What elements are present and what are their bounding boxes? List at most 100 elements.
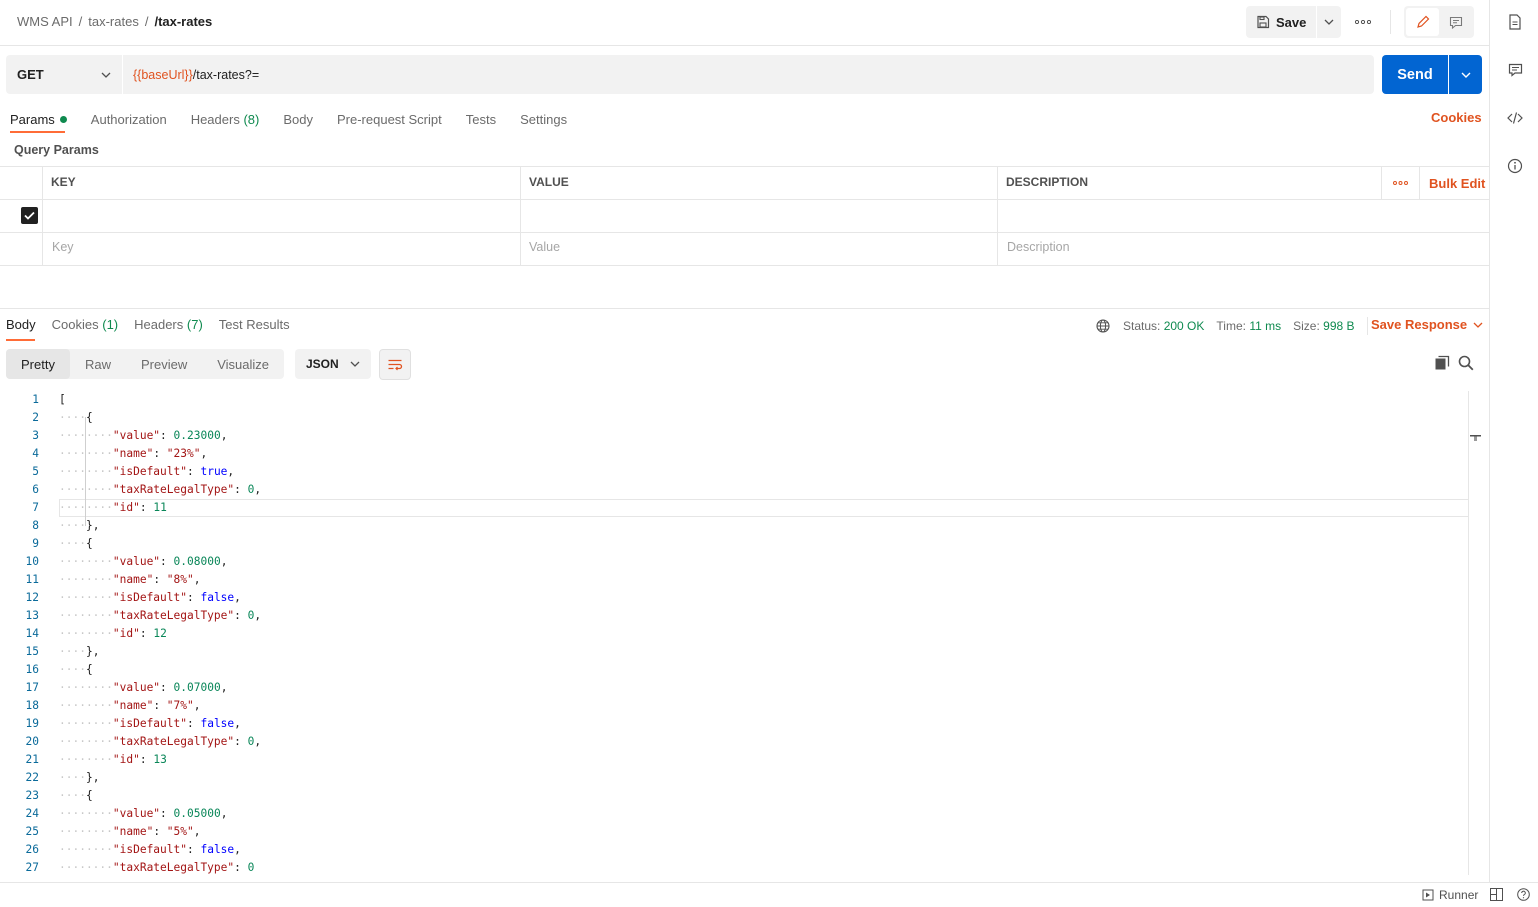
column-header-value: VALUE bbox=[529, 175, 569, 189]
method-select[interactable]: GET bbox=[6, 55, 122, 94]
param-enabled-checkbox[interactable] bbox=[21, 207, 38, 224]
chevron-down-icon bbox=[1324, 19, 1334, 25]
table-border bbox=[0, 166, 1489, 167]
globe-icon[interactable] bbox=[1096, 319, 1110, 333]
description-input[interactable]: Description bbox=[1007, 240, 1070, 254]
code-line: 3········"value": 0.23000, bbox=[32, 429, 228, 442]
tab-label: Pre-request Script bbox=[336, 111, 442, 127]
value-input[interactable]: Value bbox=[529, 240, 560, 254]
breadcrumb-collection[interactable]: WMS API bbox=[17, 14, 73, 29]
response-tab-test-results[interactable]: Test Results bbox=[219, 317, 290, 332]
breadcrumb-folder[interactable]: tax-rates bbox=[88, 14, 139, 29]
tab-label: Headers bbox=[134, 317, 184, 332]
tab-label: Body bbox=[6, 317, 36, 332]
tab-params[interactable]: Params bbox=[10, 112, 67, 127]
view-tab-raw[interactable]: Raw bbox=[70, 349, 126, 379]
send-options-button[interactable] bbox=[1449, 55, 1482, 94]
comment-mode-button[interactable] bbox=[1439, 8, 1472, 36]
response-meta: Status: 200 OK Time: 11 ms Size: 998 B bbox=[1096, 317, 1368, 335]
code-line: 22 ····}, bbox=[25, 771, 100, 784]
code-line: 17 ········"value": 0.07000, bbox=[25, 681, 228, 694]
status-value[interactable]: 200 OK bbox=[1164, 319, 1205, 333]
documentation-icon[interactable] bbox=[1506, 13, 1524, 31]
table-column-border bbox=[42, 166, 43, 266]
view-tab-visualize[interactable]: Visualize bbox=[202, 349, 284, 379]
save-button[interactable]: Save bbox=[1246, 6, 1317, 38]
code-icon[interactable] bbox=[1506, 109, 1524, 127]
response-divider[interactable] bbox=[0, 308, 1489, 309]
code-line: 11 ········"name": "8%", bbox=[25, 573, 201, 586]
query-params-title: Query Params bbox=[14, 143, 99, 157]
response-body-viewer[interactable]: 1[ 2····{ 3········"value": 0.23000, 4·····… bbox=[0, 391, 1468, 875]
tab-settings[interactable]: Settings bbox=[520, 112, 567, 127]
column-header-description: DESCRIPTION bbox=[1006, 175, 1089, 189]
response-tab-cookies[interactable]: Cookies (1) bbox=[52, 317, 118, 332]
table-border bbox=[0, 199, 1489, 200]
pencil-icon bbox=[1416, 15, 1429, 28]
wrap-lines-button[interactable] bbox=[379, 349, 411, 380]
bulk-edit-button[interactable]: Bulk Edit bbox=[1429, 176, 1485, 191]
chevron-down-icon bbox=[1461, 72, 1470, 78]
save-response-label: Save Response bbox=[1371, 317, 1468, 332]
tab-label: Authorization bbox=[90, 111, 167, 127]
column-header-key: KEY bbox=[51, 175, 76, 189]
copy-icon[interactable] bbox=[1434, 355, 1450, 371]
mode-toggle bbox=[1404, 6, 1474, 38]
send-button[interactable]: Send bbox=[1382, 55, 1448, 94]
code-line: 2 ····{ bbox=[32, 411, 93, 424]
code-line: 4········"name": "23%", bbox=[32, 447, 208, 460]
cookies-link[interactable]: Cookies bbox=[1431, 110, 1482, 125]
tab-authorization[interactable]: Authorization bbox=[91, 112, 167, 127]
tab-label: Body bbox=[283, 111, 313, 127]
size-value[interactable]: 998 B bbox=[1323, 319, 1354, 333]
format-select[interactable]: JSON bbox=[295, 349, 371, 379]
time-label: Time: bbox=[1216, 319, 1246, 333]
table-column-border bbox=[1381, 166, 1382, 199]
tab-label: Headers bbox=[190, 111, 240, 127]
table-column-border bbox=[520, 166, 521, 266]
code-line: 6········"taxRateLegalType": 0, bbox=[32, 483, 262, 496]
edit-mode-button[interactable] bbox=[1406, 8, 1439, 36]
params-more-button[interactable] bbox=[1391, 176, 1409, 190]
save-options-button[interactable] bbox=[1317, 6, 1342, 38]
comments-icon[interactable] bbox=[1506, 61, 1524, 79]
tab-count: (7) bbox=[186, 317, 203, 332]
code-line: 5········"isDefault": true, bbox=[32, 465, 235, 478]
two-pane-icon[interactable] bbox=[1490, 888, 1503, 901]
code-line: 9 ····{ bbox=[32, 537, 93, 550]
code-line: 15 ····}, bbox=[25, 645, 100, 658]
tab-pre-request-script[interactable]: Pre-request Script bbox=[337, 112, 442, 127]
table-border bbox=[0, 265, 1489, 266]
params-indicator-dot bbox=[59, 115, 67, 123]
format-value: JSON bbox=[306, 357, 339, 371]
chevron-down-icon bbox=[350, 361, 360, 367]
breadcrumb-separator: / bbox=[144, 14, 149, 29]
help-icon[interactable] bbox=[1517, 888, 1530, 901]
code-line: 1[ bbox=[32, 393, 66, 406]
more-actions-button[interactable] bbox=[1352, 12, 1374, 32]
search-icon[interactable] bbox=[1458, 355, 1474, 371]
tab-tests[interactable]: Tests bbox=[466, 112, 496, 127]
url-input[interactable]: {{baseUrl}}/tax-rates?= bbox=[123, 55, 1374, 94]
code-line: 10 ········"value": 0.08000, bbox=[25, 555, 228, 568]
tab-headers[interactable]: Headers (8) bbox=[191, 112, 260, 127]
indent-guide bbox=[85, 417, 86, 526]
response-tab-body[interactable]: Body bbox=[6, 317, 36, 332]
breadcrumb-request[interactable]: /tax-rates bbox=[154, 14, 212, 29]
scrollbar-track[interactable] bbox=[1468, 391, 1469, 875]
runner-button[interactable]: Runner bbox=[1422, 888, 1478, 902]
breadcrumb: WMS API / tax-rates / /tax-rates bbox=[17, 14, 212, 29]
view-tab-preview[interactable]: Preview bbox=[126, 349, 202, 379]
checkmark-icon bbox=[24, 211, 35, 220]
info-icon[interactable] bbox=[1506, 157, 1524, 175]
key-input[interactable]: Key bbox=[52, 240, 74, 254]
code-line: 13 ········"taxRateLegalType": 0, bbox=[25, 609, 262, 622]
response-tab-headers[interactable]: Headers (7) bbox=[134, 317, 203, 332]
response-tabs: Body Cookies (1) Headers (7) Test Result… bbox=[6, 317, 314, 332]
view-tab-pretty[interactable]: Pretty bbox=[6, 349, 70, 379]
time-value[interactable]: 11 ms bbox=[1249, 319, 1281, 333]
save-response-button[interactable]: Save Response bbox=[1371, 317, 1483, 332]
code-line: 7········"id": 11 bbox=[0, 499, 1468, 517]
tab-body[interactable]: Body bbox=[283, 112, 313, 127]
code-line: 16 ····{ bbox=[25, 663, 93, 676]
